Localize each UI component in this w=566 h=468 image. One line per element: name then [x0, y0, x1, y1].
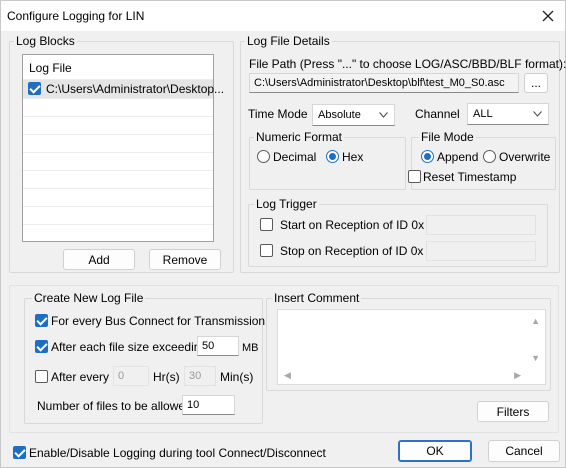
start-trigger-checkbox[interactable] — [260, 218, 273, 231]
title-bar: Configure Logging for LIN — [1, 1, 565, 31]
numeric-format-label: Numeric Format — [254, 130, 345, 144]
chevron-down-icon — [379, 112, 388, 118]
start-trigger-label: Start on Reception of ID 0x — [280, 218, 425, 232]
overwrite-radio[interactable] — [483, 150, 496, 163]
time-mode-value: Absolute — [318, 109, 361, 121]
channel-label: Channel — [415, 107, 460, 121]
remove-button[interactable]: Remove — [149, 249, 221, 270]
chevron-down-icon — [533, 111, 542, 117]
stop-trigger-checkbox[interactable] — [260, 244, 273, 257]
close-button[interactable] — [537, 5, 559, 27]
stop-trigger-label: Stop on Reception of ID 0x — [280, 244, 424, 258]
log-blocks-label: Log Blocks — [14, 34, 77, 48]
append-radio[interactable] — [421, 150, 434, 163]
cancel-button[interactable]: Cancel — [488, 440, 560, 462]
configure-logging-dialog: Configure Logging for LIN Log Blocks Log… — [0, 0, 566, 468]
browse-button[interactable]: ... — [524, 73, 548, 93]
channel-select[interactable]: ALL — [467, 103, 549, 125]
log-file-column-header: Log File — [29, 61, 72, 75]
log-blocks-list[interactable]: Log File C:\Users\Administrator\Desktop.… — [22, 54, 224, 242]
close-icon — [542, 10, 554, 22]
file-mode-label: File Mode — [419, 130, 476, 144]
add-button[interactable]: Add — [63, 249, 135, 270]
reset-timestamp-label: Reset Timestamp — [423, 170, 517, 184]
list-item[interactable]: C:\Users\Administrator\Desktop... — [23, 80, 224, 98]
time-mode-label: Time Mode — [248, 107, 308, 121]
enable-logging-checkbox[interactable] — [13, 446, 26, 459]
ok-button[interactable]: OK — [398, 440, 472, 462]
channel-value: ALL — [473, 108, 493, 120]
decimal-radio[interactable] — [257, 150, 270, 163]
append-label: Append — [437, 150, 479, 164]
file-path-label: File Path (Press "..." to choose LOG/ASC… — [249, 57, 566, 71]
log-block-checkbox[interactable] — [28, 82, 41, 95]
overwrite-label: Overwrite — [499, 150, 551, 164]
time-mode-select[interactable]: Absolute — [312, 104, 395, 126]
stop-trigger-id-input[interactable] — [426, 241, 536, 261]
log-file-details-label: Log File Details — [245, 34, 332, 48]
hex-radio[interactable] — [326, 150, 339, 163]
window-title: Configure Logging for LIN — [7, 9, 145, 23]
file-path-input[interactable]: C:\Users\Administrator\Desktop\blf\test_… — [249, 73, 519, 93]
reset-timestamp-checkbox[interactable] — [408, 170, 421, 183]
hex-label: Hex — [342, 150, 364, 164]
log-block-path: C:\Users\Administrator\Desktop... — [46, 82, 225, 96]
log-trigger-label: Log Trigger — [254, 197, 319, 211]
decimal-label: Decimal — [273, 150, 317, 164]
options-frame — [9, 285, 559, 433]
start-trigger-id-input[interactable] — [426, 215, 536, 235]
enable-logging-label: Enable/Disable Logging during tool Conne… — [29, 446, 326, 460]
